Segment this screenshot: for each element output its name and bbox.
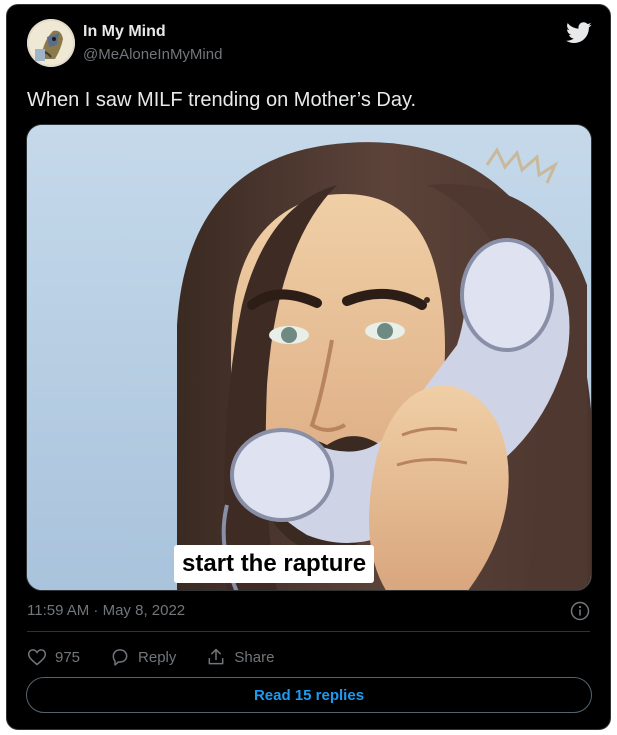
like-button[interactable]: 975 (27, 647, 80, 667)
divider (27, 631, 590, 632)
tweet-media-image[interactable]: start the rapture (26, 124, 592, 591)
media-caption: start the rapture (174, 545, 375, 583)
author-name[interactable]: In My Mind (83, 22, 166, 42)
share-button[interactable]: Share (206, 647, 274, 667)
info-icon[interactable] (570, 601, 590, 621)
twitter-bird-icon[interactable] (566, 22, 592, 44)
reply-button[interactable]: Reply (110, 647, 176, 667)
avatar[interactable] (27, 19, 75, 67)
tweet-timestamp[interactable]: 11:59 AM · May 8, 2022 (27, 601, 185, 621)
tweet-text: When I saw MILF trending on Mother’s Day… (27, 89, 417, 111)
share-icon (208, 648, 224, 665)
reply-label: Reply (138, 648, 177, 666)
reply-icon (112, 649, 128, 666)
heart-icon (27, 649, 47, 666)
author-handle[interactable]: @MeAloneInMyMind (83, 45, 222, 65)
tweet-card: In My Mind @MeAloneInMyMind When I saw M… (6, 4, 611, 730)
tweet-actions: 975 Reply Share (27, 645, 304, 669)
read-replies-button[interactable]: Read 15 replies (26, 677, 592, 713)
like-count: 975 (55, 648, 81, 666)
share-label: Share (234, 648, 275, 666)
